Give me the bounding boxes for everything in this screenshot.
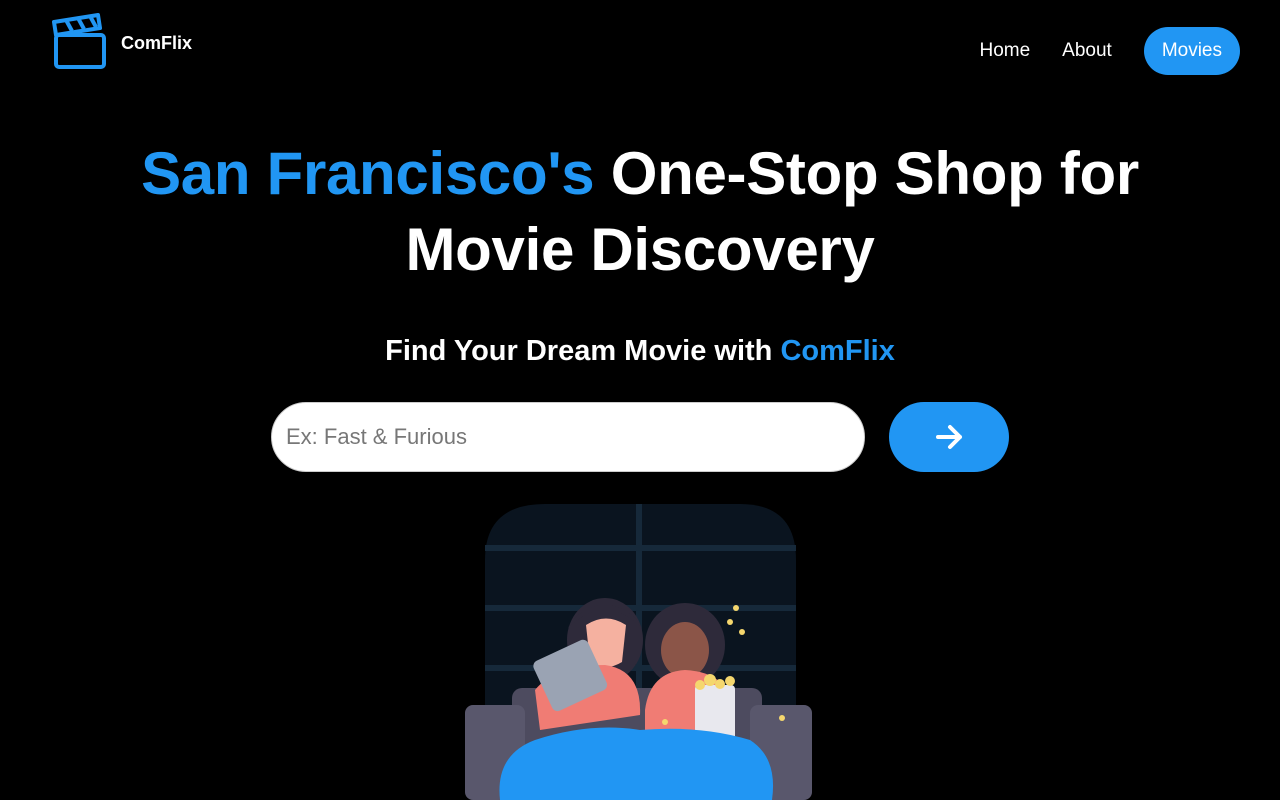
arrow-right-icon [936, 425, 962, 449]
hero-subtitle-accent: ComFlix [780, 335, 895, 367]
logo[interactable]: ComFlix [52, 12, 192, 70]
search-input[interactable] [271, 402, 865, 472]
movie-watching-illustration [465, 504, 812, 800]
nav-home[interactable]: Home [963, 27, 1046, 75]
hero-subtitle-prefix: Find Your Dream Movie with [385, 335, 781, 367]
clapperboard-icon [52, 13, 106, 69]
hero-title-rest: One-Stop Shop for [594, 140, 1139, 207]
hero-title: San Francisco's One-Stop Shop for Movie … [0, 136, 1280, 288]
search-button[interactable] [889, 402, 1009, 472]
nav-about[interactable]: About [1046, 27, 1128, 75]
navbar: ComFlix Home About Movies [0, 0, 1280, 100]
hero-subtitle: Find Your Dream Movie with ComFlix [0, 331, 1280, 371]
hero-title-line2: Movie Discovery [405, 216, 875, 283]
nav-movies-button[interactable]: Movies [1143, 27, 1240, 75]
main-nav: Home About Movies [963, 27, 1240, 75]
hero-title-accent: San Francisco's [141, 140, 595, 207]
brand-name: ComFlix [121, 33, 193, 53]
